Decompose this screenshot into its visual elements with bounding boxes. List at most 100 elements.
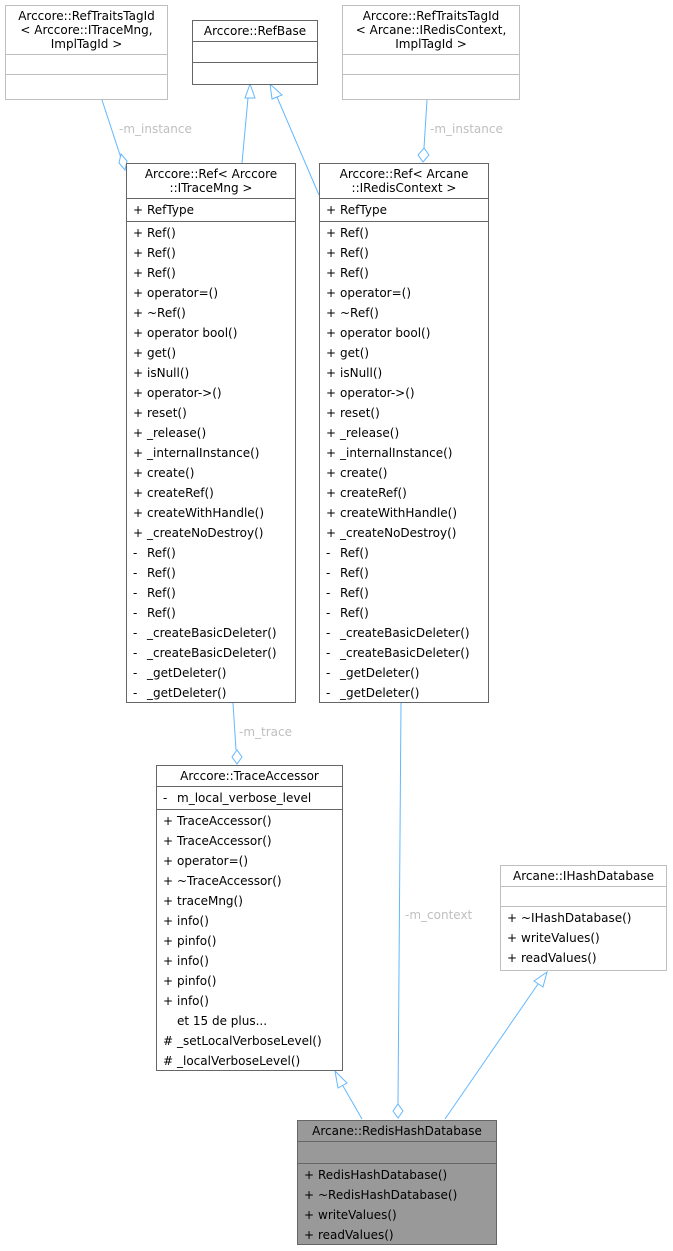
- visibility-marker: +: [304, 1168, 315, 1182]
- class-method[interactable]: + _release(): [127, 423, 295, 443]
- class-method[interactable]: - Ref(): [127, 603, 295, 623]
- class-method[interactable]: + TraceAccessor(): [157, 811, 342, 831]
- class-method[interactable]: + Ref(): [127, 223, 295, 243]
- class-method[interactable]: + ~Ref(): [320, 303, 488, 323]
- class-method[interactable]: + reset(): [127, 403, 295, 423]
- class-traceaccessor[interactable]: Arccore::TraceAccessor - m_local_verbose_…: [156, 765, 343, 1071]
- member-name: _localVerboseLevel(): [177, 1054, 301, 1068]
- visibility-marker: +: [163, 874, 174, 888]
- class-method[interactable]: + create(): [127, 463, 295, 483]
- class-method[interactable]: + readValues(): [501, 948, 666, 968]
- class-reftraitstagid-irediscontext[interactable]: Arccore::RefTraitsTagId < Arcane::IRedis…: [342, 5, 520, 100]
- class-method[interactable]: - _createBasicDeleter(): [320, 643, 488, 663]
- class-redishashdatabase[interactable]: Arcane::RedisHashDatabase + RedisHashData…: [297, 1120, 497, 1245]
- member-name: et 15 de plus...: [177, 1014, 268, 1028]
- edge-label-m-instance-left: -m_instance: [119, 122, 192, 136]
- class-method[interactable]: + _createNoDestroy(): [127, 523, 295, 543]
- class-ref-itracemng[interactable]: Arccore::Ref< Arccore ::ITraceMng > + Ref…: [126, 163, 296, 703]
- class-method[interactable]: + createWithHandle(): [320, 503, 488, 523]
- class-method[interactable]: + operator=(): [320, 283, 488, 303]
- class-method[interactable]: + writeValues(): [501, 928, 666, 948]
- class-method[interactable]: + Ref(): [320, 263, 488, 283]
- class-method[interactable]: - Ref(): [127, 583, 295, 603]
- class-method[interactable]: + info(): [157, 911, 342, 931]
- class-method[interactable]: + operator->(): [127, 383, 295, 403]
- member-name: ~TraceAccessor(): [177, 874, 282, 888]
- class-method[interactable]: + operator=(): [157, 851, 342, 871]
- class-method[interactable]: + operator=(): [127, 283, 295, 303]
- visibility-marker: +: [133, 486, 144, 500]
- class-method[interactable]: + _createNoDestroy(): [320, 523, 488, 543]
- class-method[interactable]: # _localVerboseLevel(): [157, 1051, 342, 1071]
- class-method[interactable]: + ~IHashDatabase(): [501, 908, 666, 928]
- class-reftraitstagid-itracemng[interactable]: Arccore::RefTraitsTagId < Arccore::ITrac…: [5, 5, 168, 100]
- class-method[interactable]: + isNull(): [127, 363, 295, 383]
- class-method[interactable]: + ~RedisHashDatabase(): [298, 1185, 496, 1205]
- class-method[interactable]: - _createBasicDeleter(): [127, 623, 295, 643]
- member-name: get(): [340, 346, 370, 360]
- class-method[interactable]: + createRef(): [127, 483, 295, 503]
- class-method[interactable]: - Ref(): [320, 603, 488, 623]
- class-method[interactable]: + readValues(): [298, 1225, 496, 1245]
- class-attribute[interactable]: + RefType: [127, 200, 295, 220]
- visibility-marker: #: [163, 1054, 174, 1068]
- class-method[interactable]: + _release(): [320, 423, 488, 443]
- class-method[interactable]: + get(): [320, 343, 488, 363]
- class-method[interactable]: - Ref(): [320, 583, 488, 603]
- class-method[interactable]: - _createBasicDeleter(): [320, 623, 488, 643]
- member-name: operator->(): [340, 386, 415, 400]
- class-method[interactable]: + createWithHandle(): [127, 503, 295, 523]
- member-name: isNull(): [340, 366, 383, 380]
- class-method[interactable]: + info(): [157, 991, 342, 1011]
- class-attribute[interactable]: + RefType: [320, 200, 488, 220]
- visibility-marker: +: [507, 951, 518, 965]
- class-refbase[interactable]: Arccore::RefBase: [192, 20, 318, 85]
- class-method[interactable]: - Ref(): [127, 543, 295, 563]
- class-method[interactable]: + Ref(): [127, 243, 295, 263]
- class-method[interactable]: + ~TraceAccessor(): [157, 871, 342, 891]
- class-method[interactable]: + isNull(): [320, 363, 488, 383]
- class-method[interactable]: + traceMng(): [157, 891, 342, 911]
- class-method[interactable]: + operator bool(): [127, 323, 295, 343]
- attributes-section: [6, 55, 167, 74]
- class-method[interactable]: + info(): [157, 951, 342, 971]
- class-method[interactable]: + pinfo(): [157, 931, 342, 951]
- class-method[interactable]: + operator bool(): [320, 323, 488, 343]
- class-method[interactable]: + _internalInstance(): [320, 443, 488, 463]
- visibility-marker: +: [163, 934, 174, 948]
- member-name: info(): [177, 914, 209, 928]
- class-method[interactable]: + get(): [127, 343, 295, 363]
- class-method[interactable]: + Ref(): [127, 263, 295, 283]
- class-method[interactable]: + create(): [320, 463, 488, 483]
- member-name: ~IHashDatabase(): [521, 911, 632, 925]
- class-method[interactable]: - _getDeleter(): [320, 663, 488, 683]
- class-method[interactable]: + RedisHashDatabase(): [298, 1165, 496, 1185]
- class-method[interactable]: - _getDeleter(): [127, 683, 295, 703]
- class-method[interactable]: + TraceAccessor(): [157, 831, 342, 851]
- class-method[interactable]: - _createBasicDeleter(): [127, 643, 295, 663]
- class-method[interactable]: - _getDeleter(): [127, 663, 295, 683]
- class-method[interactable]: # _setLocalVerboseLevel(): [157, 1031, 342, 1051]
- class-method[interactable]: + createRef(): [320, 483, 488, 503]
- class-ihashdatabase[interactable]: Arcane::IHashDatabase + ~IHashDatabase() +…: [500, 865, 667, 971]
- class-method[interactable]: + Ref(): [320, 243, 488, 263]
- class-method[interactable]: + Ref(): [320, 223, 488, 243]
- class-method[interactable]: + writeValues(): [298, 1205, 496, 1225]
- class-method[interactable]: + operator->(): [320, 383, 488, 403]
- class-method[interactable]: - _getDeleter(): [320, 683, 488, 703]
- class-method[interactable]: + reset(): [320, 403, 488, 423]
- member-name: readValues(): [318, 1228, 394, 1242]
- visibility-marker: +: [133, 306, 144, 320]
- class-method[interactable]: + pinfo(): [157, 971, 342, 991]
- class-method[interactable]: et 15 de plus...: [157, 1011, 342, 1031]
- visibility-marker: +: [133, 286, 144, 300]
- class-method[interactable]: - Ref(): [320, 563, 488, 583]
- visibility-marker: -: [133, 646, 138, 660]
- class-ref-irediscontext[interactable]: Arccore::Ref< Arcane ::IRedisContext > +…: [319, 163, 489, 703]
- class-attribute[interactable]: - m_local_verbose_level: [157, 788, 342, 808]
- class-method[interactable]: - Ref(): [127, 563, 295, 583]
- class-method[interactable]: - Ref(): [320, 543, 488, 563]
- class-method[interactable]: + ~Ref(): [127, 303, 295, 323]
- methods-section: + Ref() + Ref() + Ref() + operator=() + ~Ref() + op…: [320, 222, 488, 704]
- class-method[interactable]: + _internalInstance(): [127, 443, 295, 463]
